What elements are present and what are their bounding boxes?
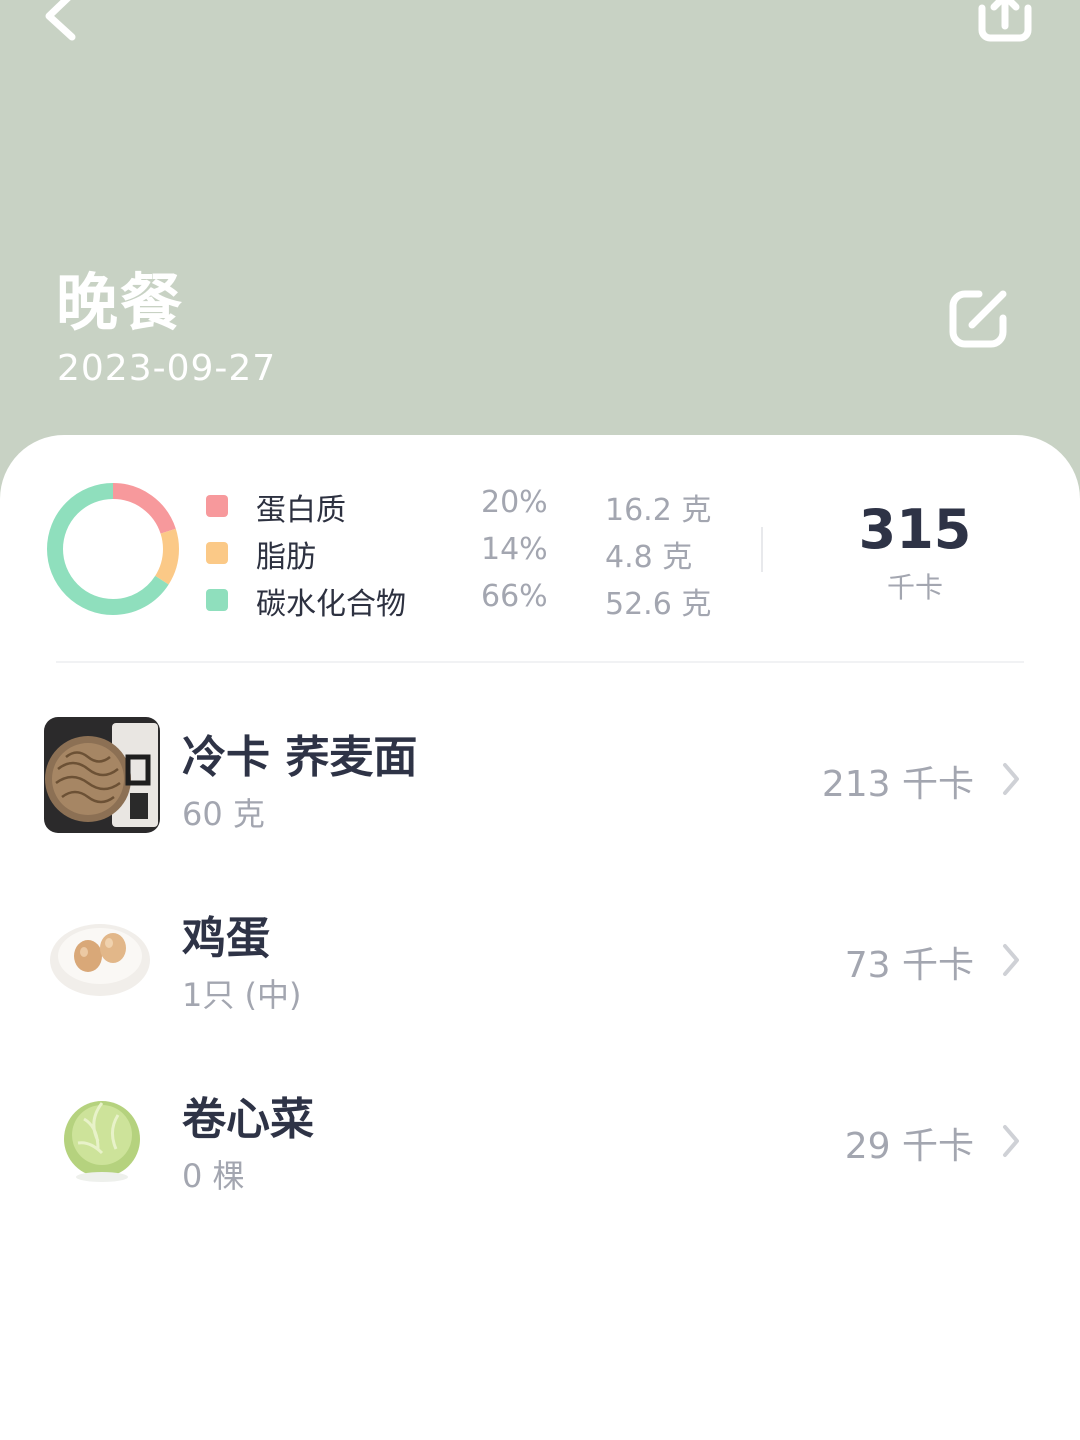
chevron-right-icon — [1003, 1125, 1019, 1157]
food-amount: 60 克 — [182, 795, 265, 833]
legend-percent: 20% — [481, 485, 548, 520]
edit-button[interactable] — [945, 288, 1017, 352]
legend-grams: 4.8 克 — [605, 540, 693, 575]
legend-percent: 14% — [481, 532, 548, 567]
chevron-right-icon — [1003, 763, 1019, 795]
legend-percent: 66% — [481, 579, 548, 614]
edit-pencil-icon — [949, 290, 1007, 348]
horizontal-divider — [56, 661, 1024, 663]
food-row-eggs[interactable]: 鸡蛋 1只 (中) 73 千卡 — [0, 898, 1080, 1028]
buckwheat-noodle-image — [44, 717, 160, 833]
legend-row-fat: 脂肪 14% 4.8 克 — [0, 532, 720, 578]
legend-grams: 52.6 克 — [605, 587, 712, 622]
food-amount: 1只 (中) — [182, 976, 302, 1014]
legend-color-protein — [206, 495, 228, 517]
food-row-cabbage[interactable]: 卷心菜 0 棵 29 千卡 — [0, 1079, 1080, 1209]
food-name: 鸡蛋 — [182, 913, 270, 964]
total-calories: 315 — [858, 498, 972, 561]
back-button[interactable] — [40, 0, 90, 45]
chevron-left-icon — [45, 0, 76, 41]
vertical-divider — [761, 527, 763, 572]
food-amount: 0 棵 — [182, 1157, 245, 1195]
header: 晚餐 2023-09-27 — [0, 0, 1080, 500]
legend-label: 碳水化合物 — [256, 587, 406, 622]
meal-date: 2023-09-27 — [57, 348, 277, 389]
food-name: 冷卡 荞麦面 — [182, 732, 418, 783]
legend-color-fat — [206, 542, 228, 564]
total-calories-unit: 千卡 — [886, 571, 943, 604]
meal-title: 晚餐 — [56, 266, 185, 339]
share-button[interactable] — [970, 0, 1040, 48]
legend-row-protein: 蛋白质 20% 16.2 克 — [0, 485, 720, 531]
legend-label: 蛋白质 — [256, 493, 346, 528]
food-calories: 29 千卡 — [844, 1126, 974, 1167]
cabbage-image — [64, 1101, 140, 1182]
food-calories: 213 千卡 — [821, 764, 974, 805]
share-upload-icon — [978, 0, 1032, 42]
legend-grams: 16.2 克 — [605, 493, 712, 528]
legend-color-carbs — [206, 589, 228, 611]
legend-row-carbs: 碳水化合物 66% 52.6 克 — [0, 579, 720, 625]
food-row-buckwheat-noodles[interactable]: 冷卡 荞麦面 60 克 213 千卡 — [0, 717, 1080, 847]
chevron-right-icon — [1003, 944, 1019, 976]
legend-label: 脂肪 — [256, 540, 316, 575]
food-name: 卷心菜 — [182, 1094, 314, 1145]
eggs-image — [50, 924, 150, 996]
food-calories: 73 千卡 — [844, 945, 974, 986]
